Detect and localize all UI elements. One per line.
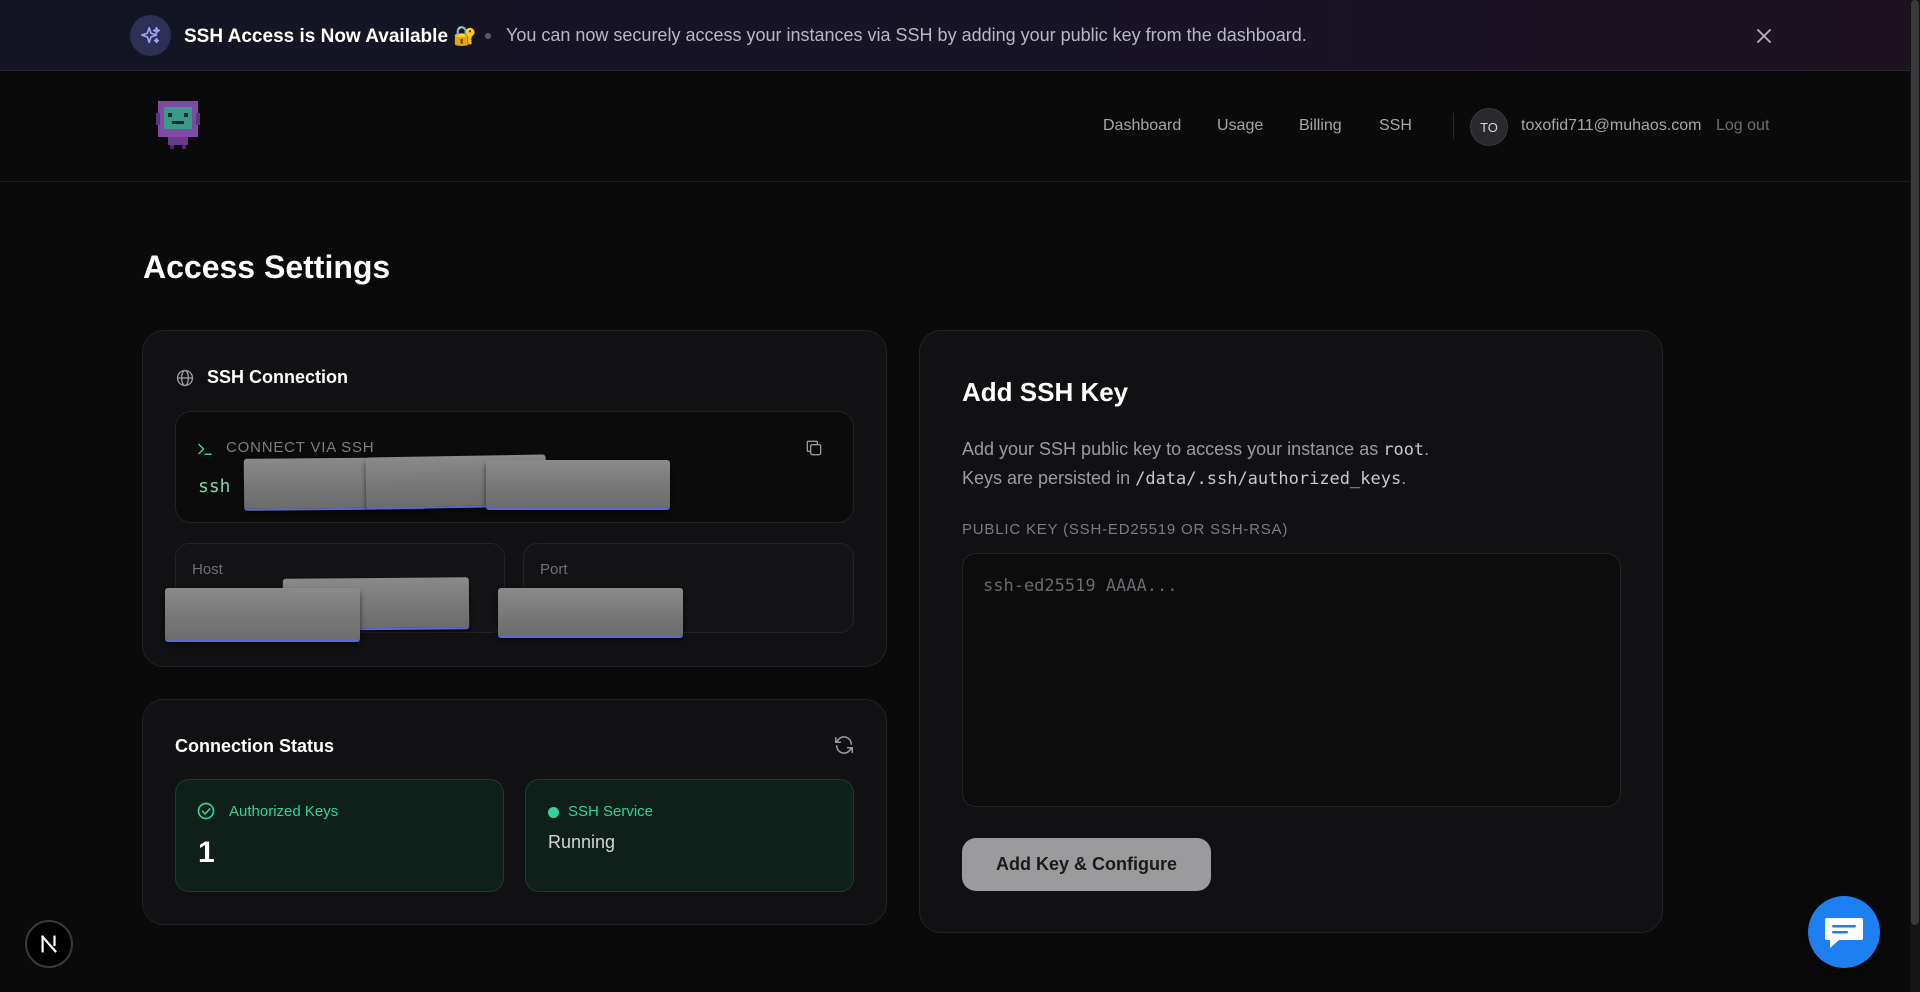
- banner-title: SSH Access is Now Available 🔐: [184, 26, 477, 47]
- avatar[interactable]: TO: [1470, 108, 1508, 146]
- page-title: Access Settings: [143, 249, 391, 285]
- ssh-command[interactable]: ssh: [198, 476, 231, 497]
- ssh-service-label: SSH Service: [568, 803, 654, 820]
- connect-via-ssh-label: CONNECT VIA SSH: [226, 439, 375, 456]
- nav-ssh[interactable]: SSH: [1379, 117, 1412, 135]
- add-key-button[interactable]: Add Key & Configure: [962, 838, 1211, 891]
- ssh-service-status: Running: [548, 832, 616, 852]
- authorized-keys-label: Authorized Keys: [229, 803, 339, 820]
- close-icon[interactable]: [1752, 24, 1776, 48]
- add-ssh-key-title: Add SSH Key: [962, 377, 1129, 407]
- status-dot-icon: [548, 807, 559, 818]
- redacted-block: [498, 588, 683, 636]
- port-label: Port: [540, 561, 568, 578]
- scrollbar-thumb[interactable]: [1911, 0, 1919, 925]
- ssh-connection-title: SSH Connection: [207, 367, 349, 387]
- add-ssh-key-card: Add SSH Key Add your SSH public key to a…: [919, 330, 1663, 933]
- ssh-connection-card: SSH Connection CONNECT VIA SSH ssh Host …: [142, 330, 887, 667]
- authorized-keys-count: 1: [198, 836, 215, 869]
- public-key-label: PUBLIC KEY (SSH-ED25519 OR SSH-RSA): [962, 521, 1289, 538]
- redacted-block: [165, 588, 360, 640]
- globe-icon: [175, 368, 195, 393]
- ssh-command-box: CONNECT VIA SSH ssh: [175, 411, 854, 523]
- banner-separator-dot: [485, 33, 491, 39]
- connection-status-card: Connection Status Authorized Keys 1 SSH …: [142, 699, 887, 925]
- banner-message: You can now securely access your instanc…: [506, 25, 1307, 45]
- logout-link[interactable]: Log out: [1716, 117, 1769, 135]
- check-circle-icon: [196, 801, 216, 826]
- user-email: toxofid711@muhaos.com: [1521, 117, 1702, 134]
- nav-dashboard[interactable]: Dashboard: [1103, 117, 1181, 135]
- top-navigation: Dashboard Usage Billing SSH TO toxofid71…: [0, 71, 1910, 182]
- connection-status-title: Connection Status: [175, 736, 335, 756]
- robot-logo[interactable]: [156, 101, 200, 149]
- host-label: Host: [192, 561, 223, 578]
- announcement-banner: SSH Access is Now Available 🔐 You can no…: [0, 0, 1910, 71]
- copy-icon[interactable]: [804, 438, 824, 463]
- sparkle-icon: [130, 15, 171, 56]
- terminal-icon: [196, 440, 214, 463]
- nav-billing[interactable]: Billing: [1299, 117, 1342, 135]
- chat-icon[interactable]: [1808, 896, 1880, 968]
- public-key-textarea[interactable]: [962, 553, 1621, 807]
- refresh-icon[interactable]: [833, 734, 855, 761]
- ssh-service-box: SSH Service Running: [525, 779, 854, 892]
- nav-divider: [1453, 113, 1454, 139]
- authorized-keys-box: Authorized Keys 1: [175, 779, 504, 892]
- nextjs-icon[interactable]: [25, 920, 73, 968]
- redacted-block: [486, 460, 670, 508]
- add-ssh-key-description: Add your SSH public key to access your i…: [962, 439, 1430, 489]
- nav-usage[interactable]: Usage: [1217, 117, 1263, 135]
